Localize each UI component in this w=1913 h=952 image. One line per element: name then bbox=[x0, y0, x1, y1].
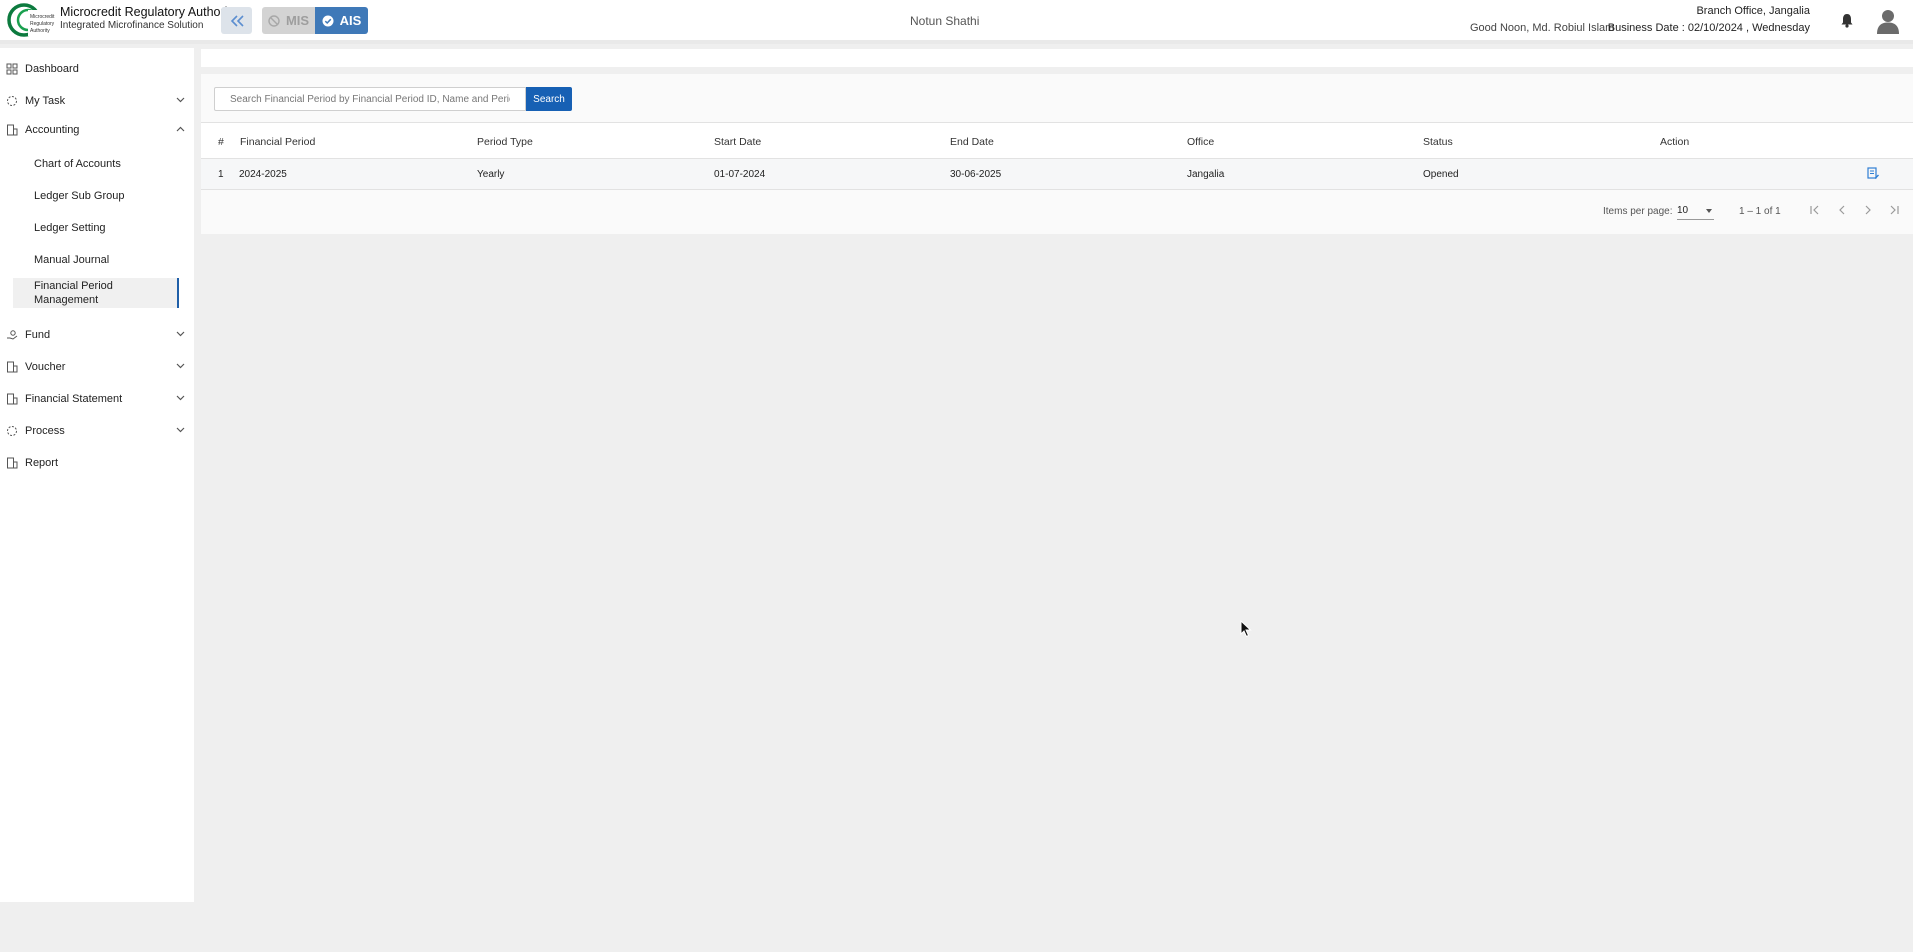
sidebar-item-report[interactable]: Report bbox=[0, 451, 194, 475]
chevron-down-icon bbox=[176, 363, 185, 369]
dashboard-icon bbox=[6, 63, 18, 75]
sidebar-item-label: Dashboard bbox=[25, 63, 79, 75]
sidebar-item-process[interactable]: Process bbox=[0, 419, 194, 443]
ais-label: AIS bbox=[339, 13, 362, 28]
voucher-icon bbox=[7, 361, 18, 373]
chevron-up-icon bbox=[176, 126, 185, 132]
organization-name: Notun Shathi bbox=[910, 14, 980, 28]
chevron-down-icon bbox=[176, 331, 185, 337]
sidebar-item-label: Accounting bbox=[25, 124, 80, 136]
sidebar-subitem-label: Manual Journal bbox=[34, 254, 110, 266]
sidebar-subitem-label: Financial Period Management bbox=[34, 280, 113, 306]
cell-period-type: Yearly bbox=[477, 169, 505, 180]
edit-document-icon[interactable] bbox=[1867, 167, 1879, 180]
sidebar-item-label: Fund bbox=[25, 329, 51, 341]
column-header-period-type: Period Type bbox=[477, 136, 533, 148]
sidebar-subitem-chart-of-accounts[interactable]: Chart of Accounts bbox=[13, 157, 177, 173]
sidebar-subitem-ledger-setting[interactable]: Ledger Setting bbox=[13, 221, 177, 237]
column-header-start-date: Start Date bbox=[714, 136, 762, 148]
report-icon bbox=[7, 457, 18, 469]
brand-subtitle: Integrated Microfinance Solution bbox=[60, 20, 204, 31]
cell-financial-period: 2024-2025 bbox=[239, 169, 287, 180]
table-row: 1 2024-2025 Yearly 01-07-2024 30-06-2025… bbox=[201, 159, 1913, 190]
sidebar-subitem-ledger-sub-group[interactable]: Ledger Sub Group bbox=[13, 189, 177, 205]
fund-icon bbox=[7, 330, 18, 340]
sidebar-item-my-task[interactable]: My Task bbox=[0, 89, 194, 113]
items-per-page-label: Items per page: bbox=[1603, 206, 1673, 217]
column-header-index: # bbox=[218, 136, 224, 148]
dropdown-caret-icon bbox=[1706, 209, 1712, 213]
page-toolbar bbox=[201, 49, 1913, 67]
mis-label: MIS bbox=[285, 13, 310, 28]
column-header-end-date: End Date bbox=[950, 136, 994, 148]
sidebar-subitem-label: Ledger Setting bbox=[34, 222, 106, 234]
svg-text:Microcredit: Microcredit bbox=[30, 14, 55, 20]
branch-office: Branch Office, Jangalia bbox=[1696, 5, 1810, 17]
column-header-office: Office bbox=[1187, 136, 1215, 148]
sidebar-item-label: My Task bbox=[25, 95, 66, 107]
sidebar-item-financial-statement[interactable]: Financial Statement bbox=[0, 387, 194, 411]
top-bar: Microcredit Regulatory Authority Microcr… bbox=[0, 0, 1913, 44]
chevron-down-icon bbox=[176, 97, 185, 103]
collapse-sidebar-button[interactable] bbox=[221, 7, 252, 34]
sidebar-item-dashboard[interactable]: Dashboard bbox=[0, 57, 194, 81]
cell-start-date: 01-07-2024 bbox=[714, 169, 766, 180]
process-icon bbox=[7, 426, 17, 436]
sidebar-item-voucher[interactable]: Voucher bbox=[0, 355, 194, 379]
cell-status: Opened bbox=[1423, 169, 1459, 180]
sidebar-subitem-label: Chart of Accounts bbox=[34, 158, 121, 170]
double-chevron-left-icon bbox=[230, 14, 244, 27]
sidebar-subitem-label: Ledger Sub Group bbox=[34, 190, 125, 202]
items-per-page-value: 10 bbox=[1677, 205, 1689, 216]
table-header: # Financial Period Period Type Start Dat… bbox=[201, 122, 1913, 159]
search-input[interactable] bbox=[214, 87, 526, 111]
pagination-range: 1 – 1 of 1 bbox=[1739, 206, 1781, 217]
cell-index: 1 bbox=[218, 169, 224, 180]
svg-text:Regulatory: Regulatory bbox=[30, 21, 55, 27]
brand-title: Microcredit Regulatory Authority bbox=[60, 5, 238, 19]
search-button[interactable]: Search bbox=[526, 87, 572, 111]
check-circle-icon bbox=[322, 15, 334, 26]
svg-text:Authority: Authority bbox=[30, 28, 50, 34]
ais-toggle-button[interactable]: AIS bbox=[315, 7, 368, 34]
sidebar-item-label: Report bbox=[25, 457, 59, 469]
first-page-icon[interactable] bbox=[1808, 203, 1822, 217]
sidebar-item-label: Financial Statement bbox=[25, 393, 123, 405]
column-header-action: Action bbox=[1660, 136, 1690, 148]
sidebar-subitem-manual-journal[interactable]: Manual Journal bbox=[13, 253, 177, 269]
mouse-cursor-icon bbox=[1240, 620, 1252, 638]
accounting-icon bbox=[7, 124, 18, 136]
chevron-down-icon bbox=[176, 427, 185, 433]
sidebar: Dashboard My Task Accounting Chart of Ac… bbox=[0, 48, 194, 902]
task-icon bbox=[7, 96, 17, 106]
next-page-icon[interactable] bbox=[1861, 203, 1875, 217]
column-header-financial-period: Financial Period bbox=[240, 136, 316, 148]
chevron-down-icon bbox=[176, 395, 185, 401]
mra-logo: Microcredit Regulatory Authority bbox=[7, 3, 56, 37]
mis-toggle-button[interactable]: MIS bbox=[262, 7, 315, 34]
user-avatar-icon[interactable] bbox=[1876, 8, 1900, 34]
cell-office: Jangalia bbox=[1187, 169, 1225, 180]
user-greeting: Good Noon, Md. Robiul Islam bbox=[1470, 22, 1615, 34]
sidebar-item-accounting[interactable]: Accounting bbox=[0, 118, 194, 142]
sidebar-item-fund[interactable]: Fund bbox=[0, 323, 194, 347]
cell-end-date: 30-06-2025 bbox=[950, 169, 1002, 180]
previous-page-icon[interactable] bbox=[1835, 203, 1849, 217]
column-header-status: Status bbox=[1423, 136, 1453, 148]
notification-bell-icon[interactable] bbox=[1840, 13, 1854, 28]
business-date: Business Date : 02/10/2024 , Wednesday bbox=[1607, 22, 1810, 34]
statement-icon bbox=[7, 393, 18, 405]
disabled-icon bbox=[268, 14, 280, 27]
items-per-page-select[interactable]: 10 bbox=[1677, 203, 1714, 220]
sidebar-item-label: Voucher bbox=[25, 361, 66, 373]
sidebar-item-label: Process bbox=[25, 425, 65, 437]
sidebar-subitem-financial-period-management[interactable]: Financial Period Management bbox=[13, 278, 179, 308]
last-page-icon[interactable] bbox=[1887, 203, 1901, 217]
